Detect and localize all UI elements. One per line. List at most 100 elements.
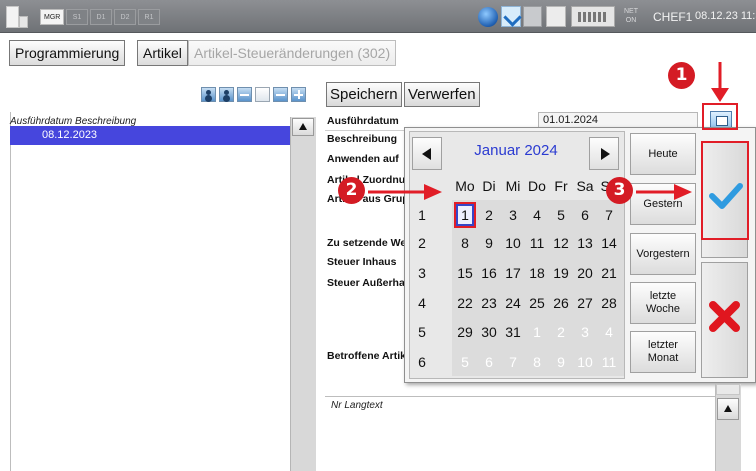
execution-list bbox=[10, 112, 316, 471]
calendar-day[interactable]: 8 bbox=[454, 235, 476, 251]
calendar-day[interactable]: 31 bbox=[502, 324, 524, 340]
calendar-day-outside[interactable]: 1 bbox=[526, 324, 548, 340]
calendar-day[interactable]: 26 bbox=[550, 295, 572, 311]
calendar-day[interactable]: 5 bbox=[550, 207, 572, 223]
next-month-button[interactable] bbox=[589, 137, 619, 170]
mode-d2[interactable]: D2 bbox=[114, 9, 136, 25]
calendar-day[interactable]: 13 bbox=[574, 235, 596, 251]
network-status: NET ON bbox=[624, 7, 638, 25]
calendar-day[interactable]: 27 bbox=[574, 295, 596, 311]
weekday-mo: Mo bbox=[455, 178, 475, 194]
calendar-day[interactable]: 18 bbox=[526, 265, 548, 281]
calendar-day[interactable]: 29 bbox=[454, 324, 476, 340]
calendar-day[interactable]: 9 bbox=[478, 235, 500, 251]
close-icon bbox=[709, 301, 740, 332]
calendar-day[interactable]: 22 bbox=[454, 295, 476, 311]
weekday-fr: Fr bbox=[554, 178, 568, 194]
calendar-day[interactable]: 10 bbox=[502, 235, 524, 251]
calendar-day[interactable]: 12 bbox=[550, 235, 572, 251]
label-execution-date: Ausführdatum bbox=[327, 115, 399, 127]
weekday-mi: Mi bbox=[505, 178, 521, 194]
calendar-day[interactable]: 28 bbox=[598, 295, 620, 311]
list-scrollbar[interactable] bbox=[290, 117, 316, 471]
calendar-day-outside[interactable]: 11 bbox=[598, 354, 620, 370]
calendar-day-outside[interactable]: 9 bbox=[550, 354, 572, 370]
calendar-day[interactable]: 23 bbox=[478, 295, 500, 311]
remove-icon[interactable] bbox=[273, 87, 288, 102]
day-before-yesterday-button[interactable]: Vorgestern bbox=[630, 233, 696, 275]
calendar-day[interactable]: 21 bbox=[598, 265, 620, 281]
month-title: Januar 2024 bbox=[474, 142, 558, 159]
week-number: 6 bbox=[418, 354, 426, 370]
window-icon[interactable] bbox=[546, 6, 566, 27]
arrow-down-icon bbox=[711, 62, 729, 102]
highlight-confirm-button bbox=[701, 141, 749, 240]
app-logo-icon[interactable] bbox=[6, 6, 28, 28]
tab-programmierung[interactable]: Programmierung bbox=[9, 40, 126, 66]
calendar-day-outside[interactable]: 5 bbox=[454, 354, 476, 370]
grid-icon[interactable] bbox=[523, 6, 542, 27]
calendar-day[interactable]: 7 bbox=[598, 207, 620, 223]
calendar-day[interactable]: 2 bbox=[478, 207, 500, 223]
user-down-icon[interactable] bbox=[219, 87, 234, 102]
calendar-day[interactable]: 16 bbox=[478, 265, 500, 281]
mode-r1[interactable]: R1 bbox=[138, 9, 160, 25]
mode-s1[interactable]: S1 bbox=[66, 9, 88, 25]
calendar-day[interactable]: 24 bbox=[502, 295, 524, 311]
calendar-day[interactable]: 25 bbox=[526, 295, 548, 311]
last-month-button[interactable]: letzter Monat bbox=[630, 331, 696, 373]
prev-month-button[interactable] bbox=[412, 137, 442, 170]
collapse-handle[interactable] bbox=[716, 384, 740, 395]
calendar-day-outside[interactable]: 7 bbox=[502, 354, 524, 370]
mode-d1[interactable]: D1 bbox=[90, 9, 112, 25]
calendar-day[interactable]: 3 bbox=[502, 207, 524, 223]
list-item[interactable]: 08.12.2023 bbox=[10, 126, 290, 145]
week-number: 2 bbox=[418, 235, 426, 251]
calendar-day[interactable]: 4 bbox=[526, 207, 548, 223]
datetime: 08.12.23 11:39 bbox=[695, 10, 756, 22]
tab-artikel[interactable]: Artikel bbox=[137, 40, 188, 66]
label-tax-inhouse: Steuer Inhaus bbox=[327, 256, 397, 268]
net-label: NET bbox=[624, 8, 638, 15]
scroll-up-button[interactable] bbox=[292, 118, 314, 136]
highlight-selected-day bbox=[454, 202, 476, 228]
calendar-day[interactable]: 17 bbox=[502, 265, 524, 281]
calendar-day[interactable]: 14 bbox=[598, 235, 620, 251]
calendar-day-outside[interactable]: 8 bbox=[526, 354, 548, 370]
calendar-day[interactable]: 11 bbox=[526, 235, 548, 251]
list-icon[interactable] bbox=[237, 87, 252, 102]
lower-divider bbox=[325, 396, 715, 397]
document-icon[interactable] bbox=[255, 87, 270, 102]
last-week-button[interactable]: letzte Woche bbox=[630, 282, 696, 324]
calendar-day-outside[interactable]: 3 bbox=[574, 324, 596, 340]
today-button[interactable]: Heute bbox=[630, 133, 696, 175]
week-number: 1 bbox=[418, 207, 426, 223]
weekday-di: Di bbox=[482, 178, 496, 194]
weekday-do: Do bbox=[528, 178, 546, 194]
user-up-icon[interactable] bbox=[201, 87, 216, 102]
top-status-bar: MGR S1 D1 D2 R1 NET ON CHEF1 08.12.23 11:… bbox=[0, 0, 756, 33]
keyboard-icon[interactable] bbox=[571, 6, 615, 27]
globe-icon[interactable] bbox=[478, 7, 498, 27]
lower-list-header: Nr Langtext bbox=[331, 400, 383, 411]
calendar-day[interactable]: 6 bbox=[574, 207, 596, 223]
add-icon[interactable] bbox=[291, 87, 306, 102]
calendar-day-outside[interactable]: 4 bbox=[598, 324, 620, 340]
calendar-day[interactable]: 20 bbox=[574, 265, 596, 281]
lower-scroll-up-button[interactable] bbox=[717, 398, 739, 420]
calendar-day[interactable]: 15 bbox=[454, 265, 476, 281]
calendar-day-outside[interactable]: 2 bbox=[550, 324, 572, 340]
calendar-day-outside[interactable]: 6 bbox=[478, 354, 500, 370]
net-status-label: ON bbox=[625, 17, 637, 24]
highlight-calendar-button bbox=[702, 103, 738, 130]
calendar-day-outside[interactable]: 10 bbox=[574, 354, 596, 370]
sync-icon[interactable] bbox=[501, 6, 521, 27]
discard-button[interactable]: Verwerfen bbox=[404, 82, 480, 107]
save-button[interactable]: Speichern bbox=[326, 82, 402, 107]
mode-mgr[interactable]: MGR bbox=[40, 9, 65, 25]
calendar-day[interactable]: 19 bbox=[550, 265, 572, 281]
calendar-day[interactable]: 30 bbox=[478, 324, 500, 340]
tab-artikel-steueraenderungen: Artikel-Steueränderungen (302) bbox=[188, 40, 397, 66]
callout-2: 2 bbox=[338, 177, 365, 204]
label-affected-items: Betroffene Artikel bbox=[327, 350, 415, 362]
